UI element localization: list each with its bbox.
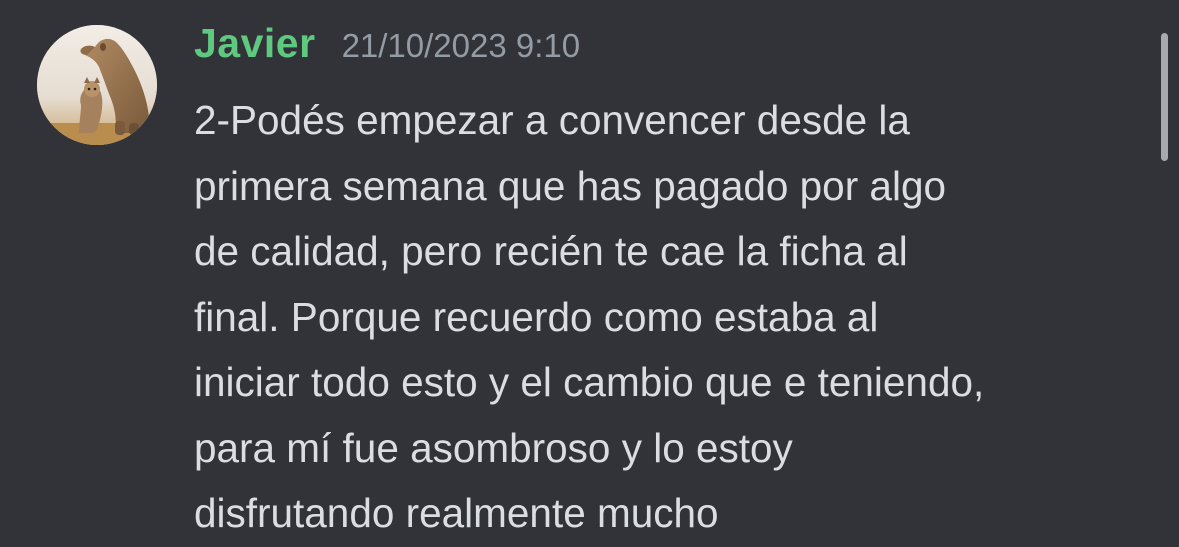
message-timestamp: 21/10/2023 9:10 xyxy=(341,27,581,64)
message-line: final. Porque recuerdo como estaba al xyxy=(194,293,879,340)
message-line: para mí fue asombroso y lo estoy xyxy=(194,424,793,471)
message-line: de calidad, pero recién te cae la ficha … xyxy=(194,228,908,274)
message-line: disfrutando realmente mucho xyxy=(194,490,719,536)
puma-avatar-icon xyxy=(37,25,157,145)
message-line: 2-Podés empezar a convencer desde la xyxy=(194,97,910,143)
author-name[interactable]: Javier xyxy=(194,20,316,67)
message-header: Javier 21/10/2023 9:10 xyxy=(194,20,580,80)
user-avatar[interactable] xyxy=(37,25,157,145)
scrollbar[interactable] xyxy=(1161,33,1168,161)
message-line: primera semana que has pagado por algo xyxy=(194,162,946,209)
chat-message: Javier 21/10/2023 9:10 2-Podés empezar a… xyxy=(0,0,1150,546)
message-line: iniciar todo esto y el cambio que e teni… xyxy=(194,359,985,405)
message-content: 2-Podés empezar a convencer desde la pri… xyxy=(194,88,1149,547)
scrollbar-thumb[interactable] xyxy=(1161,33,1168,161)
